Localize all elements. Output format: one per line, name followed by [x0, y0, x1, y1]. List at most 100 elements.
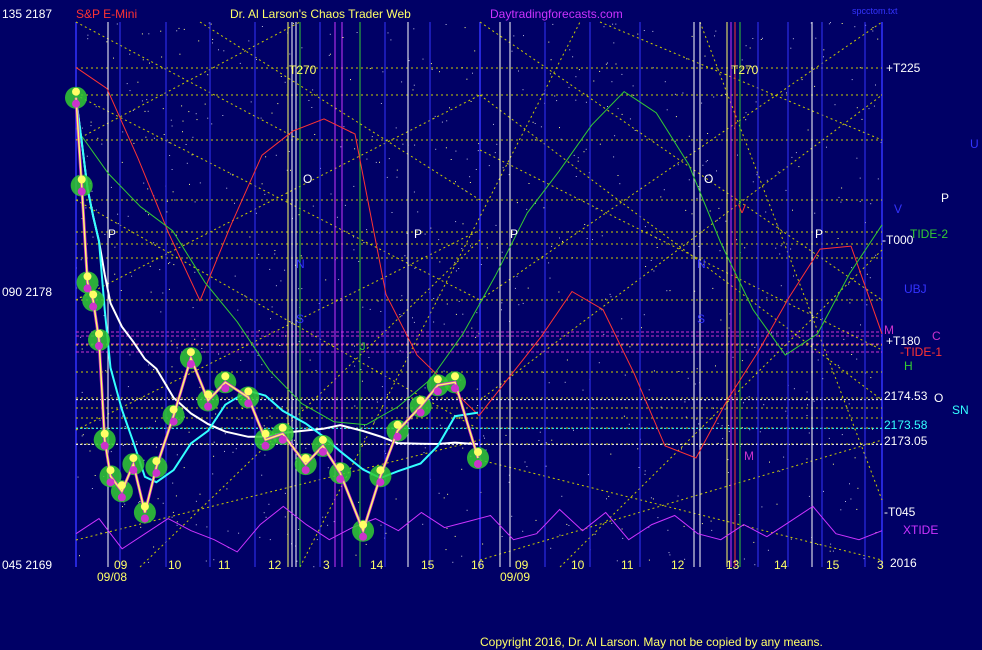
star-dot — [173, 264, 175, 266]
star-dot — [610, 453, 612, 455]
star-dot — [663, 189, 665, 191]
star-dot — [301, 288, 303, 290]
price-low-dot — [376, 478, 385, 487]
star-dot — [162, 292, 164, 294]
star-dot — [501, 302, 503, 304]
star-dot — [376, 401, 378, 403]
price-low-dot — [186, 360, 195, 369]
star-dot — [514, 287, 516, 289]
star-dot — [532, 121, 534, 123]
star-dot — [548, 382, 550, 384]
star-dot — [856, 508, 858, 510]
star-dot — [194, 338, 196, 340]
star-dot — [765, 211, 767, 213]
star-dot — [877, 178, 879, 180]
star-dot — [281, 406, 283, 407]
star-dot — [175, 495, 177, 497]
star-dot — [829, 550, 831, 552]
price-high-dot — [416, 396, 425, 405]
star-dot — [270, 318, 271, 320]
star-dot — [113, 57, 114, 59]
star-dot — [545, 465, 547, 467]
star-dot — [868, 108, 870, 110]
star-dot — [785, 410, 787, 412]
star-dot — [232, 451, 234, 453]
star-dot — [322, 516, 324, 518]
star-dot — [265, 516, 267, 518]
diagonal-grid-line — [199, 21, 481, 201]
price-high-dot — [433, 375, 442, 384]
star-dot — [168, 288, 170, 290]
star-dot — [94, 475, 96, 476]
star-dot — [543, 207, 545, 209]
star-dot — [361, 380, 363, 382]
star-dot — [336, 216, 338, 218]
star-dot — [474, 50, 476, 52]
star-dot — [482, 543, 484, 545]
star-dot — [795, 152, 797, 154]
star-dot — [147, 110, 149, 112]
star-dot — [396, 176, 398, 178]
star-dot — [325, 279, 327, 281]
price-high-dot — [244, 387, 253, 396]
star-dot — [744, 247, 746, 249]
star-dot — [566, 523, 568, 525]
label-p-3: P — [510, 227, 518, 241]
star-dot — [343, 126, 345, 128]
star-dot — [701, 523, 703, 525]
star-dot — [846, 125, 848, 127]
star-dot — [875, 84, 876, 86]
star-dot — [452, 561, 454, 563]
star-dot — [414, 267, 416, 269]
star-dot — [650, 260, 652, 261]
star-dot — [258, 253, 260, 255]
star-dot — [435, 148, 437, 150]
star-dot — [153, 369, 155, 371]
star-dot — [81, 127, 83, 129]
star-dot — [194, 201, 196, 203]
star-dot — [634, 130, 636, 131]
star-dot — [762, 37, 763, 39]
star-dot — [279, 345, 281, 346]
star-dot — [309, 359, 311, 361]
star-dot — [188, 431, 190, 433]
star-dot — [284, 516, 286, 518]
star-dot — [213, 559, 215, 561]
star-dot — [593, 408, 595, 410]
star-dot — [501, 309, 502, 311]
label-t045: -T045 — [884, 505, 916, 519]
star-dot — [687, 377, 689, 379]
star-dot — [185, 144, 187, 145]
star-dot — [578, 69, 580, 71]
star-dot — [840, 509, 842, 511]
star-dot — [80, 259, 82, 261]
price-2173-05: 2173.05 — [884, 434, 928, 448]
price-low-dot — [359, 532, 368, 541]
star-dot — [850, 498, 852, 500]
star-dot — [716, 170, 717, 172]
star-dot — [828, 437, 830, 439]
price-low-dot — [318, 447, 327, 456]
star-dot — [114, 246, 116, 248]
star-dot — [785, 189, 787, 191]
chart: 135 2187 S&P E-Mini Dr. Al Larson's Chao… — [2, 6, 979, 649]
star-dot — [476, 312, 478, 314]
star-dot — [106, 41, 108, 43]
star-dot — [645, 266, 647, 267]
star-dot — [745, 45, 747, 47]
star-dot — [455, 150, 457, 152]
star-dot — [192, 136, 194, 138]
star-dot — [729, 313, 731, 315]
star-dot — [611, 522, 613, 524]
star-dot — [210, 23, 212, 25]
star-dot — [775, 247, 777, 249]
star-dot — [464, 27, 466, 29]
star-dot — [859, 177, 861, 179]
star-dot — [455, 313, 457, 315]
star-dot — [716, 219, 718, 221]
star-dot — [859, 67, 861, 69]
star-dot — [777, 171, 779, 173]
star-dot — [725, 220, 727, 222]
label-v: V — [894, 202, 902, 216]
star-dot — [207, 117, 209, 119]
